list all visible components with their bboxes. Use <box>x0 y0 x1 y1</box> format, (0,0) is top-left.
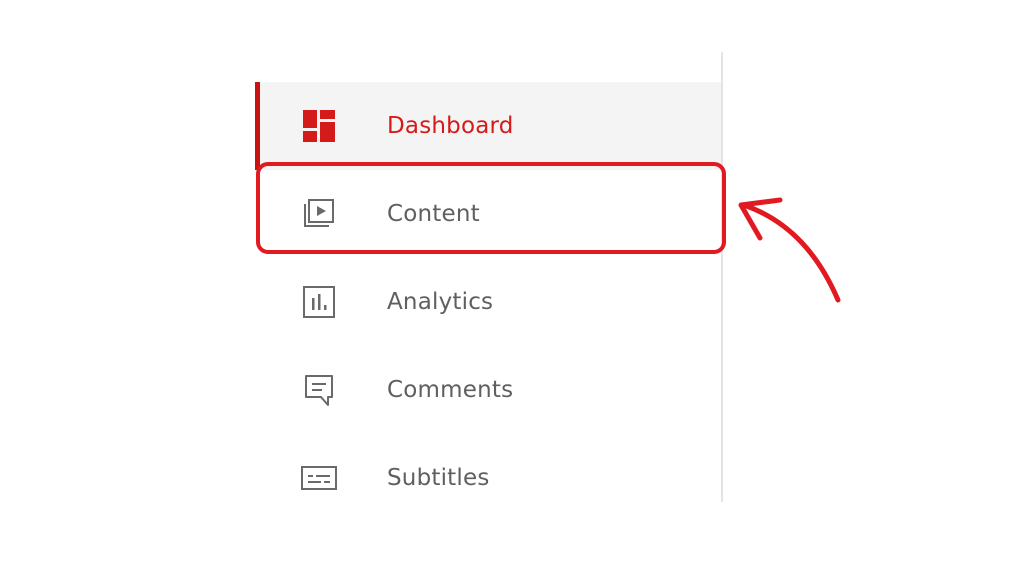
sidebar-item-comments[interactable]: Comments <box>255 346 721 434</box>
sidebar-item-analytics[interactable]: Analytics <box>255 258 721 346</box>
analytics-icon <box>301 284 337 320</box>
sidebar-item-content[interactable]: Content <box>255 170 721 258</box>
sidebar-item-label: Analytics <box>387 289 494 315</box>
comments-icon <box>301 372 337 408</box>
sidebar-item-label: Dashboard <box>387 113 514 139</box>
sidebar-item-label: Comments <box>387 377 514 403</box>
subtitles-icon <box>301 460 337 496</box>
sidebar-item-label: Content <box>387 201 480 227</box>
dashboard-icon <box>301 108 337 144</box>
sidebar-item-label: Subtitles <box>387 465 490 491</box>
sidebar-item-subtitles[interactable]: Subtitles <box>255 434 721 522</box>
sidebar-item-dashboard[interactable]: Dashboard <box>255 82 721 170</box>
sidebar: Dashboard Content Analytics Comments Sub… <box>255 52 723 502</box>
screen: Dashboard Content Analytics Comments Sub… <box>0 0 1024 576</box>
content-icon <box>301 196 337 232</box>
